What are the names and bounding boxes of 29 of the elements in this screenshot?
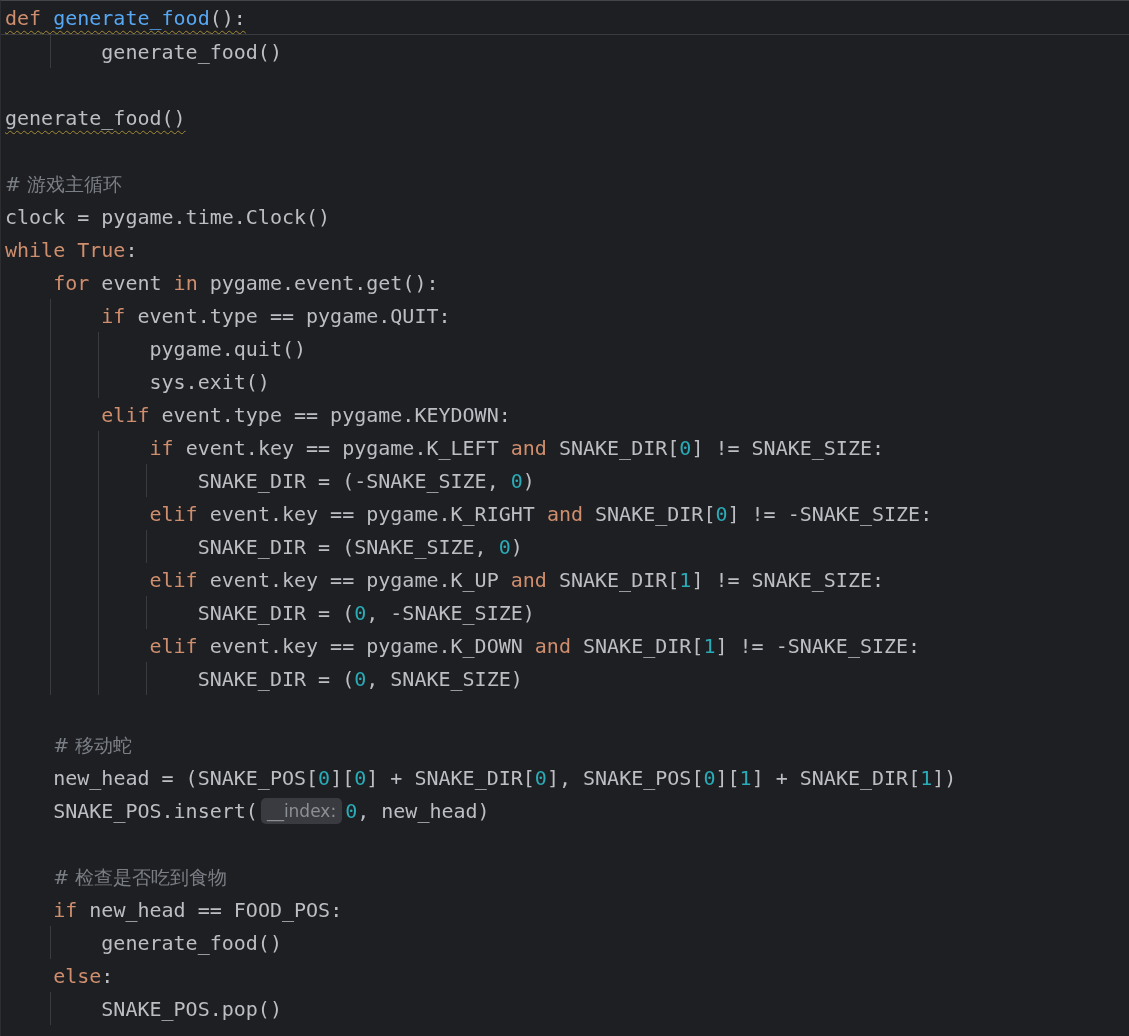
code-line: elif event.key == pygame.K_RIGHT and SNAKE_DIR[0] != -SNAKE_SIZE: xyxy=(149,500,933,527)
code-line: if event.key == pygame.K_LEFT and SNAKE_DIR[0] != SNAKE_SIZE: xyxy=(149,434,885,461)
code-line: generate_food() xyxy=(101,929,282,956)
code-line: if new_head == FOOD_POS: xyxy=(53,896,343,923)
code-line: SNAKE_DIR = (0, SNAKE_SIZE) xyxy=(197,665,523,692)
code-line: elif event.key == pygame.K_DOWN and SNAKE_DIR[1] != -SNAKE_SIZE: xyxy=(149,632,921,659)
code-line: # 检查是否吃到食物 xyxy=(53,864,228,890)
code-line: generate_food() xyxy=(5,104,186,131)
code-line: generate_food() xyxy=(101,38,282,65)
code-line: elif event.type == pygame.KEYDOWN: xyxy=(101,401,511,428)
code-line: sys.exit() xyxy=(149,368,270,395)
code-line: SNAKE_DIR = (-SNAKE_SIZE, 0) xyxy=(197,467,535,494)
code-line: else: xyxy=(53,962,114,989)
code-line: elif event.key == pygame.K_UP and SNAKE_DIR[1] != SNAKE_SIZE: xyxy=(149,566,885,593)
code-line: # 游戏主循环 xyxy=(5,171,122,197)
code-line: # 移动蛇 xyxy=(53,732,133,758)
code-line: 0, new_head) xyxy=(345,797,490,824)
code-line: if event.type == pygame.QUIT: xyxy=(101,302,451,329)
code-line: def generate_food(): xyxy=(5,4,246,31)
code-line: new_head = (SNAKE_POS[0][0] + SNAKE_DIR[0], SNAKE_POS[0][1] + SNAKE_DIR[1]) xyxy=(53,764,957,791)
code-line: SNAKE_POS.pop() xyxy=(101,995,282,1022)
inlay-hint: __index: xyxy=(260,797,343,824)
code-line: for event in pygame.event.get(): xyxy=(53,269,439,296)
code-line: SNAKE_POS.insert( xyxy=(53,797,258,824)
code-line: clock = pygame.time.Clock() xyxy=(5,203,331,230)
code-line: while True: xyxy=(5,236,138,263)
code-line: pygame.quit() xyxy=(149,335,307,362)
code-line: SNAKE_DIR = (SNAKE_SIZE, 0) xyxy=(197,533,523,560)
code-line: SNAKE_DIR = (0, -SNAKE_SIZE) xyxy=(197,599,535,626)
